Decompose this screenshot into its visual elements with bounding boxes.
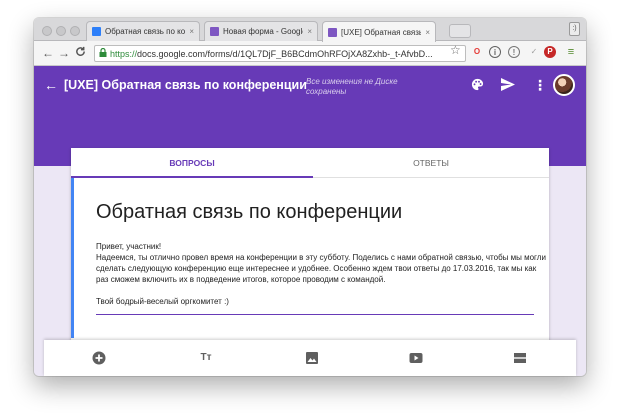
new-tab-button[interactable] [449, 24, 471, 38]
form-name[interactable]: [UXE] Обратная связь по конференции [64, 78, 307, 92]
tab-title: [UXE] Обратная связь по [341, 27, 422, 37]
minimize-window-dot[interactable] [56, 26, 66, 36]
zoom-window-dot[interactable] [70, 26, 80, 36]
add-item-toolbar: Тт [44, 340, 576, 376]
palette-icon[interactable] [471, 78, 484, 96]
form-title-field[interactable]: Обратная связь по конференции [96, 201, 402, 224]
browser-tab-2[interactable]: Новая форма - Google Фо × [204, 21, 318, 41]
browser-window: Обратная связь по конфе × Новая форма - … [34, 18, 586, 376]
close-tab-icon[interactable]: × [307, 27, 312, 36]
drive-favicon-icon [92, 27, 101, 36]
more-options-icon[interactable]: ⋮ [533, 77, 547, 93]
description-signoff: Твой бодрый-веселый оргкомитет :) [96, 297, 229, 306]
url-text: https://docs.google.com/forms/d/1QL7DjF_… [110, 48, 433, 59]
reload-icon[interactable] [75, 46, 86, 61]
description-underline [96, 314, 534, 315]
tab-answers[interactable]: ОТВЕТЫ [313, 148, 549, 178]
tab-questions[interactable]: ВОПРОСЫ [71, 148, 313, 178]
bookmark-star-icon[interactable]: ☆ [450, 43, 461, 57]
tab-bar: Обратная связь по конфе × Новая форма - … [34, 18, 586, 42]
profile-button[interactable]: :) [569, 22, 580, 36]
back-arrow-icon[interactable]: ← [44, 77, 58, 93]
browser-toolbar: ← → https://docs.google.com/forms/d/1QL7… [34, 41, 586, 66]
check-extension-icon[interactable]: ✓ [527, 45, 541, 59]
browser-tab-1[interactable]: Обратная связь по конфе × [86, 21, 200, 41]
save-status: Все изменения не Диске сохранены [306, 77, 398, 96]
browser-tab-3-active[interactable]: [UXE] Обратная связь по × [322, 21, 436, 42]
tab-title: Обратная связь по конфе [105, 27, 186, 36]
address-bar[interactable]: https://docs.google.com/forms/d/1QL7DjF_… [94, 45, 466, 62]
forms-favicon-icon [328, 27, 337, 37]
forward-icon[interactable]: → [58, 46, 70, 60]
add-video-icon[interactable] [408, 350, 424, 366]
opera-extension-icon[interactable]: O [470, 45, 484, 59]
lock-icon [99, 47, 107, 59]
description-body: Надеемся, ты отлично провел время на кон… [96, 253, 546, 284]
alert-extension-icon[interactable]: ! [508, 46, 520, 58]
add-section-icon[interactable] [512, 350, 528, 366]
description-greeting: Привет, участник! [96, 242, 162, 251]
form-tabs: ВОПРОСЫ ОТВЕТЫ [71, 148, 549, 178]
info-extension-icon[interactable]: i [489, 46, 501, 58]
menu-extension-icon[interactable]: ≡ [564, 45, 578, 59]
forms-favicon-icon [210, 27, 219, 36]
add-image-icon[interactable] [304, 350, 320, 366]
section-focus-bar [71, 178, 74, 338]
pinterest-extension-icon[interactable]: P [544, 46, 556, 58]
back-icon[interactable]: ← [42, 46, 54, 60]
close-tab-icon[interactable]: × [425, 28, 430, 37]
add-question-icon[interactable] [91, 350, 107, 366]
tab-title: Новая форма - Google Фо [223, 27, 303, 36]
close-window-dot[interactable] [42, 26, 52, 36]
form-description-field[interactable]: Привет, участник! Надеемся, ты отлично п… [96, 241, 546, 307]
add-title-icon[interactable]: Тт [198, 350, 214, 366]
user-avatar[interactable] [553, 74, 575, 96]
close-tab-icon[interactable]: × [189, 27, 194, 36]
send-icon[interactable] [501, 78, 515, 96]
